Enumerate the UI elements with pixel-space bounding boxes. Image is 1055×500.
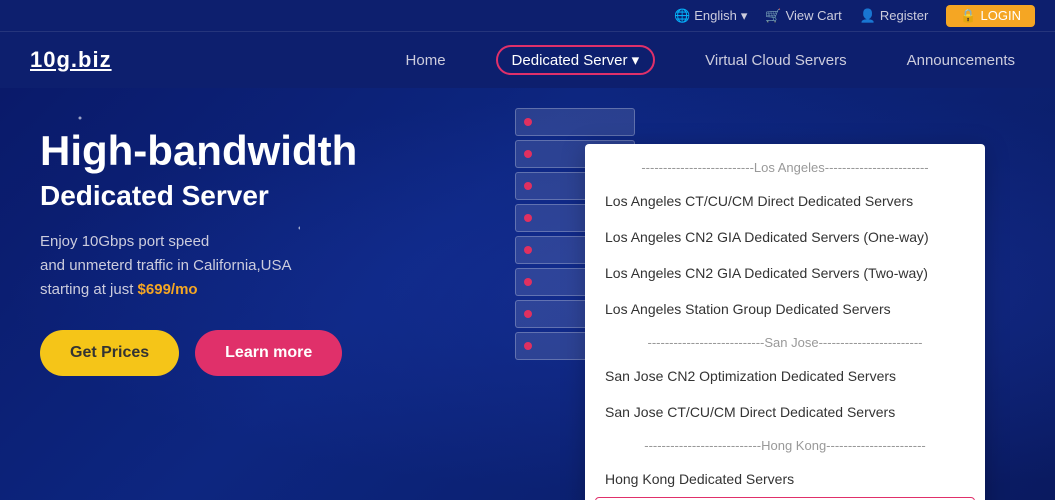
login-label: LOGIN — [981, 8, 1021, 23]
lock-icon: 🔒 — [960, 8, 976, 24]
nav-announcements[interactable]: Announcements — [897, 46, 1025, 75]
chevron-down-icon: ▾ — [632, 52, 640, 69]
login-button[interactable]: 🔒 LOGIN — [946, 5, 1035, 27]
site-logo[interactable]: 10g.biz — [30, 47, 112, 73]
dropdown-item-la-cn2-two[interactable]: Los Angeles CN2 GIA Dedicated Servers (T… — [585, 255, 985, 291]
dropdown-item-la-ct[interactable]: Los Angeles CT/CU/CM Direct Dedicated Se… — [585, 183, 985, 219]
dropdown-separator-sj: ---------------------------San Jose-----… — [585, 327, 985, 358]
dropdown-separator-la: --------------------------Los Angeles---… — [585, 152, 985, 183]
status-dot — [524, 310, 532, 318]
language-selector[interactable]: 🌐 English ▾ — [674, 8, 747, 24]
cart-link[interactable]: 🛒 View Cart — [765, 8, 841, 24]
register-link[interactable]: 👤 Register — [860, 8, 929, 24]
status-dot — [524, 118, 532, 126]
dropdown-item-la-station[interactable]: Los Angeles Station Group Dedicated Serv… — [585, 291, 985, 327]
top-bar: 🌐 English ▾ 🛒 View Cart 👤 Register 🔒 LOG… — [0, 0, 1055, 32]
main-nav: 10g.biz Home Dedicated Server ▾ Virtual … — [0, 32, 1055, 88]
dropdown-item-sj-ct[interactable]: San Jose CT/CU/CM Direct Dedicated Serve… — [585, 394, 985, 430]
get-prices-button[interactable]: Get Prices — [40, 330, 179, 376]
dedicated-server-dropdown: --------------------------Los Angeles---… — [585, 144, 985, 500]
dropdown-item-sj-cn2[interactable]: San Jose CN2 Optimization Dedicated Serv… — [585, 358, 985, 394]
status-dot — [524, 214, 532, 222]
cart-icon: 🛒 — [765, 8, 781, 24]
nav-virtual-cloud[interactable]: Virtual Cloud Servers — [695, 46, 856, 75]
globe-icon: 🌐 — [674, 8, 690, 24]
register-label: Register — [880, 8, 928, 23]
price-value: $699/mo — [138, 281, 198, 298]
nav-dedicated-server[interactable]: Dedicated Server ▾ — [496, 45, 656, 75]
hero-section: High-bandwidth Dedicated Server Enjoy 10… — [0, 88, 1055, 500]
chevron-down-icon: ▾ — [741, 8, 748, 24]
user-icon: 👤 — [860, 8, 876, 24]
cart-label: View Cart — [786, 8, 842, 23]
price-prefix: starting at just — [40, 281, 138, 298]
learn-more-button[interactable]: Learn more — [195, 330, 342, 376]
language-label: English — [694, 8, 737, 23]
dropdown-separator-hk: ---------------------------Hong Kong----… — [585, 430, 985, 461]
dropdown-item-hk[interactable]: Hong Kong Dedicated Servers — [585, 461, 985, 497]
nav-home[interactable]: Home — [396, 46, 456, 75]
dropdown-item-la-cn2-one[interactable]: Los Angeles CN2 GIA Dedicated Servers (O… — [585, 219, 985, 255]
